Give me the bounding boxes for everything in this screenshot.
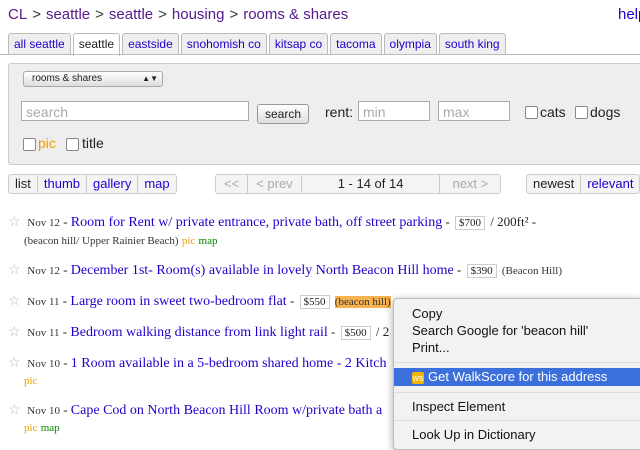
- pic-checkbox[interactable]: [23, 138, 36, 151]
- favorite-star-icon[interactable]: ☆: [8, 402, 24, 419]
- context-menu: Copy Search Google for 'beacon hill' Pri…: [393, 298, 640, 450]
- rent-min-input[interactable]: min: [358, 101, 430, 121]
- listing-row: ☆ Nov 12 - December 1st- Room(s) availab…: [8, 262, 563, 279]
- breadcrumb-seattle-2[interactable]: seattle: [109, 6, 153, 23]
- title-label: title: [82, 135, 104, 151]
- search-input[interactable]: search: [21, 101, 249, 121]
- listing-location-highlighted: (beacon hill): [334, 296, 391, 308]
- view-gallery[interactable]: gallery: [87, 175, 139, 193]
- pagination: << < prev 1 - 14 of 14 next >: [215, 174, 502, 194]
- tab-south-king[interactable]: south king: [438, 33, 506, 55]
- breadcrumb-separator: >: [32, 6, 41, 23]
- favorite-star-icon[interactable]: ☆: [8, 262, 24, 279]
- menu-search-google[interactable]: Search Google for 'beacon hill': [394, 322, 640, 340]
- breadcrumb-separator: >: [158, 6, 167, 23]
- menu-inspect-element[interactable]: Inspect Element: [394, 398, 640, 416]
- select-arrows-icon: ▲▼: [142, 74, 158, 83]
- favorite-star-icon[interactable]: ☆: [8, 293, 24, 310]
- listing-row: ☆ Nov 12 - Room for Rent w/ private entr…: [8, 214, 537, 247]
- listing-date: Nov 10: [27, 358, 60, 370]
- listing-title[interactable]: December 1st- Room(s) available in lovel…: [71, 263, 454, 278]
- listing-title[interactable]: Room for Rent w/ private entrance, priva…: [71, 215, 442, 230]
- tab-snohomish[interactable]: snohomish co: [180, 33, 267, 55]
- subarea-tabs: all seattle seattle eastside snohomish c…: [8, 33, 508, 56]
- tab-eastside[interactable]: eastside: [122, 33, 179, 55]
- listing-date: Nov 10: [27, 405, 60, 417]
- walkscore-icon: ws: [412, 372, 424, 384]
- listing-date: Nov 12: [27, 265, 60, 277]
- menu-walkscore-label: Get WalkScore for this address: [428, 369, 608, 384]
- menu-divider: [394, 392, 640, 393]
- breadcrumb: CL > seattle > seattle > housing > rooms & share…: [8, 6, 348, 23]
- tab-seattle[interactable]: seattle: [72, 33, 121, 56]
- breadcrumb-cl[interactable]: CL: [8, 6, 27, 23]
- result-count: 1 - 14 of 14: [302, 175, 441, 193]
- tab-tacoma[interactable]: tacoma: [330, 33, 382, 55]
- listing-price: $390: [466, 264, 497, 278]
- help-link[interactable]: help: [618, 6, 640, 23]
- menu-walkscore[interactable]: ws Get WalkScore for this address: [394, 368, 640, 386]
- breadcrumb-separator: >: [95, 6, 104, 23]
- listing-date: Nov 11: [27, 296, 60, 308]
- rent-label: rent:: [325, 104, 354, 120]
- results-nav: list thumb gallery map << < prev 1 - 14 …: [8, 174, 640, 194]
- favorite-star-icon[interactable]: ☆: [8, 355, 24, 372]
- sort-newest[interactable]: newest: [527, 175, 582, 193]
- view-thumb[interactable]: thumb: [38, 175, 88, 193]
- search-button[interactable]: search: [257, 104, 309, 124]
- category-value: rooms & shares: [32, 73, 103, 84]
- breadcrumb-seattle-1[interactable]: seattle: [46, 6, 90, 23]
- listing-map-link[interactable]: map: [41, 422, 60, 434]
- favorite-star-icon[interactable]: ☆: [8, 324, 24, 341]
- listing-title[interactable]: Large room in sweet two-bedroom flat: [70, 294, 286, 309]
- listing-map-link[interactable]: map: [199, 235, 218, 247]
- listing-pic-tag: pic: [24, 375, 38, 387]
- breadcrumb-rooms-shares[interactable]: rooms & shares: [243, 6, 348, 23]
- sort-switcher: newest relevant: [526, 174, 640, 194]
- cats-label: cats: [540, 104, 566, 120]
- menu-divider: [394, 362, 640, 363]
- rent-max-input[interactable]: max: [438, 101, 510, 121]
- listing-size: / 2: [375, 324, 390, 339]
- view-switcher: list thumb gallery map: [8, 174, 177, 194]
- category-select[interactable]: rooms & shares ▲▼: [23, 71, 163, 87]
- listing-location: (Beacon Hill): [501, 265, 563, 277]
- menu-copy[interactable]: Copy: [394, 305, 640, 323]
- menu-look-up[interactable]: Look Up in Dictionary: [394, 426, 640, 444]
- listing-size: / 200ft² -: [490, 214, 537, 229]
- listing-date: Nov 11: [27, 327, 60, 339]
- listing-title[interactable]: Bedroom walking distance from link light…: [70, 325, 327, 340]
- prev-page-button[interactable]: < prev: [248, 175, 302, 193]
- first-page-button[interactable]: <<: [216, 175, 249, 193]
- pic-label: pic: [38, 135, 56, 151]
- dogs-checkbox[interactable]: [575, 106, 588, 119]
- breadcrumb-separator: >: [229, 6, 239, 23]
- listing-price: $550: [299, 295, 330, 309]
- breadcrumb-housing[interactable]: housing: [172, 6, 225, 23]
- menu-divider: [394, 420, 640, 421]
- listing-price: $500: [340, 326, 371, 340]
- listing-location: (beacon hill/ Upper Rainier Beach): [24, 235, 179, 247]
- listing-price: $700: [455, 216, 486, 230]
- listing-date: Nov 12: [27, 217, 60, 229]
- dogs-label: dogs: [590, 104, 621, 120]
- tab-divider: [0, 54, 640, 55]
- cats-checkbox[interactable]: [525, 106, 538, 119]
- favorite-star-icon[interactable]: ☆: [8, 214, 24, 231]
- tab-all-seattle[interactable]: all seattle: [8, 33, 71, 55]
- listing-title[interactable]: Cape Cod on North Beacon Hill Room w/pri…: [71, 403, 382, 418]
- next-page-button[interactable]: next >: [440, 175, 500, 193]
- listing-title[interactable]: 1 Room available in a 5-bedroom shared h…: [71, 356, 387, 371]
- view-map[interactable]: map: [138, 175, 175, 193]
- listing-pic-tag: pic: [181, 235, 196, 247]
- view-list[interactable]: list: [9, 175, 38, 193]
- title-checkbox[interactable]: [66, 138, 79, 151]
- tab-kitsap[interactable]: kitsap co: [268, 33, 329, 55]
- tab-olympia[interactable]: olympia: [383, 33, 437, 55]
- listing-pic-tag: pic: [24, 422, 38, 434]
- menu-print[interactable]: Print...: [394, 339, 640, 357]
- sort-relevant[interactable]: relevant: [581, 175, 639, 193]
- search-panel: rooms & shares ▲▼ search search rent: mi…: [8, 63, 640, 165]
